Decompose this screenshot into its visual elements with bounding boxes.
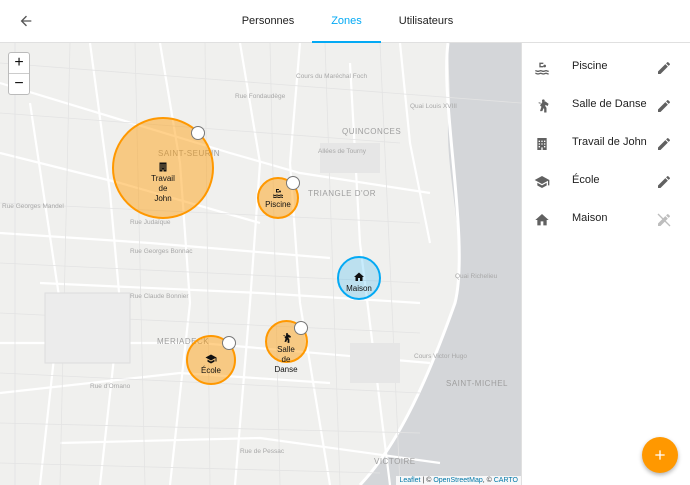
map-attribution: Leaflet | © OpenStreetMap, © CARTO xyxy=(396,476,521,485)
zone-marker-ecole[interactable]: École xyxy=(191,353,231,376)
zone-list-label: Piscine xyxy=(572,60,608,72)
zone-list-item-ecole[interactable]: École xyxy=(522,163,690,201)
zone-list: Piscine Salle de Danse Travail de John É… xyxy=(521,43,690,485)
zone-label-line: Travail xyxy=(151,174,175,183)
street-label: Rue Judaïque xyxy=(130,219,171,226)
zone-list-item-piscine[interactable]: Piscine xyxy=(522,49,690,87)
street-label: Rue Georges Bonnac xyxy=(130,248,193,255)
street-label: Rue d'Ornano xyxy=(90,383,131,390)
street-label: Quai Louis XVIII xyxy=(410,103,457,110)
street-label: Rue de Pessac xyxy=(240,448,285,455)
office-building-icon xyxy=(537,138,547,150)
zone-list-label: Salle de Danse xyxy=(572,98,647,110)
top-bar: Personnes Zones Utilisateurs xyxy=(0,0,690,43)
plus-icon xyxy=(655,450,665,460)
zone-list-item-maison[interactable]: Maison xyxy=(522,201,690,239)
street-label: Allées de Tourny xyxy=(318,148,366,155)
zone-label-line: Maison xyxy=(346,284,372,293)
zoom-in-button[interactable]: + xyxy=(9,53,29,74)
zone-list-item-salle-de-danse[interactable]: Salle de Danse xyxy=(522,87,690,125)
pencil-icon[interactable] xyxy=(656,98,672,114)
tab-utilisateurs[interactable]: Utilisateurs xyxy=(390,0,462,42)
attribution-separator: | © xyxy=(420,477,434,484)
street-label: Cours Victor Hugo xyxy=(414,353,467,360)
area-label-triangle-dor: TRIANGLE D'OR xyxy=(308,189,377,198)
zone-label-line: de xyxy=(158,184,168,193)
openstreetmap-link[interactable]: OpenStreetMap xyxy=(433,477,482,484)
carto-link[interactable]: CARTO xyxy=(494,477,518,484)
zoom-out-button[interactable]: − xyxy=(9,74,29,94)
attribution-separator: , © xyxy=(482,477,494,484)
arrow-left-icon xyxy=(20,15,32,27)
zone-radius-handle[interactable] xyxy=(222,336,236,350)
pencil-icon[interactable] xyxy=(656,174,672,190)
zone-label-line: Piscine xyxy=(265,200,291,209)
zone-marker-piscine[interactable]: Piscine xyxy=(258,187,298,210)
zone-label-line: John xyxy=(154,194,172,203)
street-label: Rue Fondaudège xyxy=(235,93,286,100)
zone-marker-maison[interactable]: Maison xyxy=(339,271,379,294)
tab-zones[interactable]: Zones xyxy=(312,0,381,43)
zone-label-line: École xyxy=(200,366,221,375)
dance-icon xyxy=(283,333,291,343)
street-label: Cours du Maréchal Foch xyxy=(296,73,368,80)
street-label: Rue Claude Bonnier xyxy=(130,293,189,300)
pool-icon xyxy=(273,189,283,198)
zone-radius-handle[interactable] xyxy=(191,126,205,140)
zone-marker-salle-de-danse[interactable]: Salle de Danse xyxy=(266,332,306,375)
area-label-quinconces: QUINCONCES xyxy=(342,127,402,136)
pencil-icon[interactable] xyxy=(656,60,672,76)
zone-list-label: École xyxy=(572,174,600,186)
zone-marker-travail-de-john[interactable]: Travail de John xyxy=(138,161,188,204)
zoom-control: + − xyxy=(8,52,30,95)
zone-list-label: Travail de John xyxy=(572,136,647,148)
leaflet-link[interactable]: Leaflet xyxy=(399,477,420,484)
area-label-victoire: VICTOIRE xyxy=(374,457,416,466)
zone-label-line: Danse xyxy=(274,365,298,374)
area-label-saint-michel: SAINT-MICHEL xyxy=(446,379,509,388)
street-label: Quai Richelieu xyxy=(455,273,498,280)
school-icon xyxy=(205,354,217,364)
tab-personnes[interactable]: Personnes xyxy=(230,0,306,42)
home-icon xyxy=(354,272,364,281)
office-building-icon xyxy=(159,162,167,172)
pencil-icon[interactable] xyxy=(656,136,672,152)
pool-icon xyxy=(535,62,549,75)
pencil-off-icon xyxy=(657,213,671,227)
home-icon xyxy=(535,214,549,226)
back-button[interactable] xyxy=(12,9,40,33)
zone-list-item-travail-de-john[interactable]: Travail de John xyxy=(522,125,690,163)
zone-label-line: de xyxy=(281,355,291,364)
zone-label-line: Salle xyxy=(277,345,295,354)
street-label: Rue Georges Mandel xyxy=(2,203,64,210)
zone-list-label: Maison xyxy=(572,212,608,224)
add-zone-button[interactable] xyxy=(642,437,678,473)
dance-icon xyxy=(538,99,549,113)
school-icon xyxy=(534,176,550,188)
map[interactable]: SAINT-SEURIN QUINCONCES TRIANGLE D'OR ME… xyxy=(0,43,521,485)
